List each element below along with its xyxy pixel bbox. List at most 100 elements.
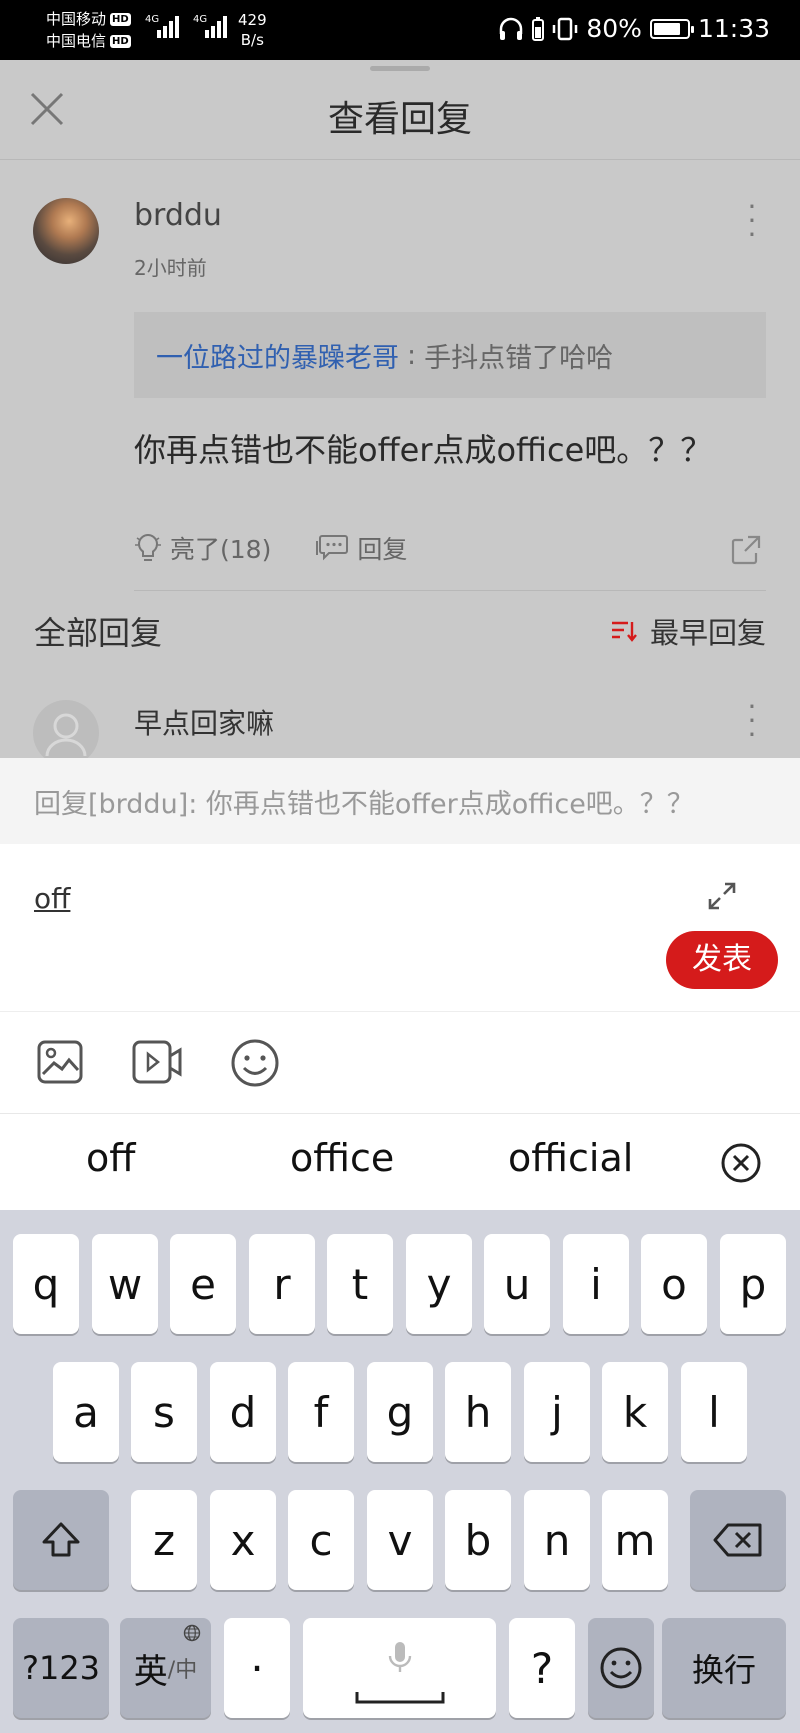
status-bar: 中国移动 HD 中国电信 HD 4G 4G 429 B/s 80% 11:33: [0, 0, 800, 60]
dot-key[interactable]: ·: [224, 1618, 290, 1718]
hd-badge: HD: [110, 34, 131, 48]
carrier-2: 中国电信: [46, 32, 107, 50]
shift-key[interactable]: [13, 1490, 109, 1590]
backspace-key[interactable]: [690, 1490, 786, 1590]
battery-saver-icon: [532, 16, 545, 41]
shift-icon: [42, 1522, 80, 1557]
key-k[interactable]: k: [602, 1362, 668, 1462]
expand-icon[interactable]: [706, 880, 738, 912]
backspace-icon: [713, 1523, 762, 1557]
divider: [134, 590, 766, 591]
key-q[interactable]: q: [13, 1234, 79, 1334]
carrier-info: 中国移动 HD 中国电信 HD: [46, 8, 131, 52]
default-avatar-icon: [45, 713, 87, 757]
battery-percent: 80%: [586, 14, 642, 43]
share-icon[interactable]: [730, 534, 762, 566]
key-f[interactable]: f: [288, 1362, 354, 1462]
all-replies-heading: 全部回复: [34, 614, 163, 652]
globe-icon: [183, 1624, 201, 1642]
key-e[interactable]: e: [170, 1234, 236, 1334]
key-i[interactable]: i: [563, 1234, 629, 1334]
microphone-icon: [388, 1642, 412, 1672]
carrier-1: 中国移动: [46, 10, 107, 28]
signal-icon: 4G: [193, 14, 227, 38]
network-speed: 429 B/s: [238, 11, 267, 49]
lang-sub-label: /中: [167, 1658, 198, 1683]
key-g[interactable]: g: [367, 1362, 433, 1462]
page-title: 查看回复: [327, 99, 472, 140]
publish-button[interactable]: 发表: [666, 931, 778, 989]
suggestion-item[interactable]: off: [86, 1136, 135, 1180]
reply-target-bar: 回复[brddu]: 你再点错也不能offer点成office吧。？？: [0, 758, 800, 844]
avatar[interactable]: [33, 198, 99, 264]
quote-username[interactable]: 一位路过的暴躁老哥: [156, 336, 399, 375]
lightbulb-icon: [135, 533, 161, 561]
reply-button[interactable]: 回复: [315, 530, 407, 566]
key-o[interactable]: o: [641, 1234, 707, 1334]
quote-text: 手抖点错了哈哈: [424, 342, 614, 374]
headphones-icon: [500, 17, 523, 40]
sort-button[interactable]: 最早回复: [610, 610, 766, 652]
like-button[interactable]: 亮了(18): [134, 530, 271, 566]
space-key[interactable]: [303, 1618, 496, 1718]
battery-icon: [649, 18, 694, 39]
key-j[interactable]: j: [524, 1362, 590, 1462]
more-options-icon[interactable]: · · ·: [740, 193, 764, 249]
emoji-icon[interactable]: [230, 1038, 280, 1088]
like-count-label: 亮了(18): [170, 535, 272, 564]
key-b[interactable]: b: [445, 1490, 511, 1590]
enter-key[interactable]: 换行: [662, 1618, 786, 1718]
quote-separator: :: [407, 339, 417, 371]
key-n[interactable]: n: [524, 1490, 590, 1590]
comment-icon: [316, 535, 349, 561]
sort-icon: [611, 621, 637, 642]
sort-label: 最早回复: [649, 616, 766, 650]
post-actions: 亮了(18) 回复: [134, 530, 407, 566]
key-y[interactable]: y: [406, 1234, 472, 1334]
reply-composer: off 发表: [0, 844, 800, 1012]
key-w[interactable]: w: [92, 1234, 158, 1334]
key-u[interactable]: u: [484, 1234, 550, 1334]
key-p[interactable]: p: [720, 1234, 786, 1334]
key-c[interactable]: c: [288, 1490, 354, 1590]
avatar[interactable]: [33, 700, 99, 758]
question-key[interactable]: ?: [509, 1618, 575, 1718]
lang-main-label: 英: [133, 1651, 168, 1692]
reply-input[interactable]: off: [34, 882, 70, 915]
number-mode-key[interactable]: ?123: [13, 1618, 109, 1718]
key-d[interactable]: d: [210, 1362, 276, 1462]
key-h[interactable]: h: [445, 1362, 511, 1462]
key-r[interactable]: r: [249, 1234, 315, 1334]
language-switch-key[interactable]: 英/中: [120, 1618, 211, 1718]
image-icon[interactable]: [36, 1038, 84, 1086]
key-t[interactable]: t: [327, 1234, 393, 1334]
quoted-reply[interactable]: 一位路过的暴躁老哥 : 手抖点错了哈哈: [134, 312, 766, 398]
key-l[interactable]: l: [681, 1362, 747, 1462]
close-suggestions-icon[interactable]: [720, 1142, 762, 1184]
suggestion-bar: off office official: [0, 1114, 800, 1210]
key-s[interactable]: s: [131, 1362, 197, 1462]
key-a[interactable]: a: [53, 1362, 119, 1462]
post-time: 2小时前: [134, 256, 207, 280]
post-content: 你再点错也不能offer点成office吧。？？: [134, 431, 713, 469]
reply-username[interactable]: 早点回家嘛: [134, 702, 274, 742]
more-options-icon[interactable]: · · ·: [740, 693, 764, 749]
hd-badge: HD: [110, 12, 131, 26]
vibrate-icon: [553, 17, 578, 40]
suggestion-item[interactable]: office: [290, 1136, 394, 1180]
suggestion-item[interactable]: official: [508, 1136, 633, 1180]
media-toolbar: [0, 1012, 800, 1114]
reply-detail-page: 查看回复 brddu 2小时前 · · · 一位路过的暴躁老哥 : 手抖点错了哈哈 …: [0, 60, 800, 758]
username[interactable]: brddu: [134, 198, 222, 233]
key-x[interactable]: x: [210, 1490, 276, 1590]
video-icon[interactable]: [131, 1038, 183, 1086]
key-z[interactable]: z: [131, 1490, 197, 1590]
key-m[interactable]: m: [602, 1490, 668, 1590]
reply-label: 回复: [357, 535, 408, 564]
key-v[interactable]: v: [367, 1490, 433, 1590]
emoji-icon: [600, 1647, 642, 1689]
header: 查看回复: [0, 60, 800, 160]
emoji-key[interactable]: [588, 1618, 654, 1718]
keyboard: q w e r t y u i o p a s d f g h j k l z …: [0, 1210, 800, 1733]
space-bar-icon: [355, 1692, 445, 1704]
